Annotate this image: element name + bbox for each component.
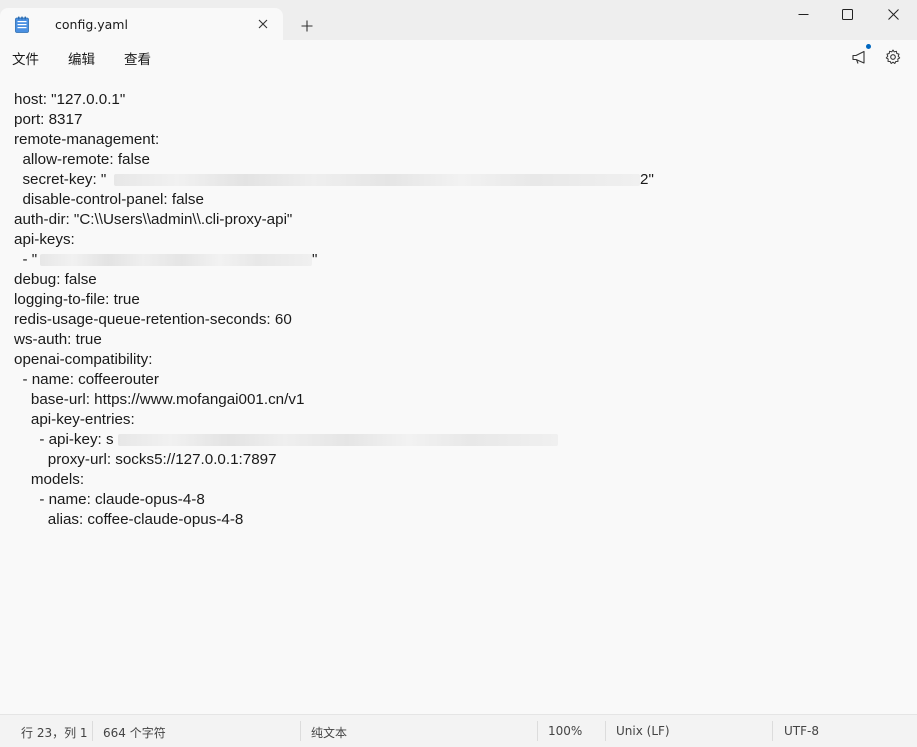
text-editor[interactable]: host: "127.0.0.1" port: 8317 remote-mana…: [0, 74, 917, 714]
editor-line: base-url: https://www.mofangai001.cn/v1: [14, 391, 305, 408]
title-bar: config.yaml: [0, 0, 917, 40]
gear-icon[interactable]: [882, 46, 904, 68]
secret-key-tail: 2": [640, 171, 654, 188]
editor-line: - api-key: s: [14, 431, 114, 448]
tab-config-yaml[interactable]: config.yaml: [0, 8, 283, 40]
notepad-icon: [15, 16, 29, 33]
editor-line: - name: claude-opus-4-8: [14, 491, 205, 508]
redacted-api-key: [40, 254, 312, 266]
close-icon[interactable]: [254, 15, 272, 33]
encoding[interactable]: UTF-8: [784, 724, 819, 738]
notification-badge: [866, 44, 871, 49]
menu-view[interactable]: 查看: [124, 48, 151, 68]
editor-line: api-key-entries:: [14, 411, 135, 428]
status-divider: [772, 721, 773, 741]
redacted-secret-key: [114, 174, 640, 186]
editor-line: allow-remote: false: [14, 151, 150, 168]
editor-line: disable-control-panel: false: [14, 191, 204, 208]
status-bar: 行 23，列 1 664 个字符 纯文本 100% Unix (LF) UTF-…: [0, 714, 917, 747]
editor-line: alias: coffee-claude-opus-4-8: [14, 511, 244, 528]
editor-line: ws-auth: true: [14, 331, 102, 348]
editor-line: proxy-url: socks5://127.0.0.1:7897: [14, 451, 277, 468]
line-ending[interactable]: Unix (LF): [616, 724, 670, 738]
redacted-entry-api-key: [118, 434, 558, 446]
api-key-tail: ": [312, 251, 318, 268]
status-divider: [300, 721, 301, 741]
editor-line: debug: false: [14, 271, 97, 288]
maximize-icon[interactable]: [824, 0, 870, 28]
editor-line: logging-to-file: true: [14, 291, 140, 308]
editor-line: host: "127.0.0.1": [14, 91, 126, 108]
editor-line: - name: coffeerouter: [14, 371, 159, 388]
status-divider: [92, 721, 93, 741]
menu-file[interactable]: 文件: [12, 48, 39, 68]
status-divider: [537, 721, 538, 741]
status-divider: [605, 721, 606, 741]
announcement-icon[interactable]: [849, 46, 871, 68]
editor-line: remote-management:: [14, 131, 160, 148]
menu-bar: 文件 编辑 查看: [0, 40, 917, 74]
close-window-icon[interactable]: [870, 0, 916, 28]
editor-line: - ": [14, 251, 38, 268]
editor-line: models:: [14, 471, 85, 488]
text-format[interactable]: 纯文本: [311, 724, 347, 741]
editor-line: auth-dir: "C:\\Users\\admin\\.cli-proxy-…: [14, 211, 293, 228]
editor-line: secret-key: ": [14, 171, 107, 188]
plus-icon[interactable]: [297, 16, 317, 36]
editor-line: api-keys:: [14, 231, 75, 248]
cursor-position[interactable]: 行 23，列 1: [21, 724, 88, 741]
editor-line: openai-compatibility:: [14, 351, 153, 368]
editor-line: port: 8317: [14, 111, 83, 128]
character-count: 664 个字符: [103, 726, 166, 740]
tab-title: config.yaml: [55, 17, 128, 32]
menu-edit[interactable]: 编辑: [68, 48, 95, 68]
editor-line: redis-usage-queue-retention-seconds: 60: [14, 311, 292, 328]
zoom-level[interactable]: 100%: [548, 724, 582, 738]
minimize-icon[interactable]: [780, 0, 826, 28]
